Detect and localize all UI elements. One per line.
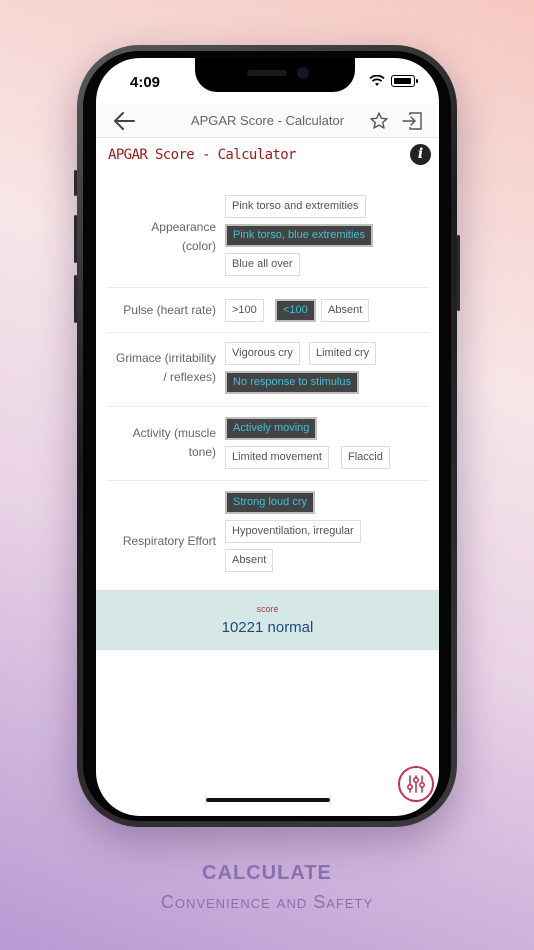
criterion-label: Grimace (irritability / reflexes): [106, 349, 216, 387]
option-pink-torso-blue-extremities[interactable]: Pink torso, blue extremities: [225, 224, 374, 247]
option-pulse-under-100[interactable]: <100: [275, 299, 316, 322]
criterion-label-line: Respiratory Effort: [122, 534, 216, 548]
criterion-appearance: Appearance (color) Pink torso and extrem…: [106, 192, 429, 288]
criterion-label: Activity (muscle tone): [106, 424, 216, 462]
navbar: APGAR Score - Calculator: [96, 104, 439, 138]
phone-volume-down: [74, 275, 77, 323]
criterion-label-line: tone): [188, 445, 216, 459]
sliders-icon: [407, 775, 425, 793]
option-flaccid[interactable]: Flaccid: [341, 446, 390, 469]
option-limited-cry[interactable]: Limited cry: [309, 342, 377, 365]
criterion-respiratory-effort: Respiratory Effort Strong loud cry Hypov…: [106, 481, 429, 589]
option-pulse-over-100[interactable]: >100: [225, 299, 264, 322]
score-label: score: [256, 604, 279, 614]
criterion-label-line: Appearance: [151, 220, 216, 234]
status-time: 4:09: [130, 74, 161, 91]
home-indicator: [206, 798, 330, 802]
status-icons: [369, 75, 418, 87]
option-pink-torso-and-extremities[interactable]: Pink torso and extremities: [225, 195, 366, 218]
option-respiratory-absent[interactable]: Absent: [225, 549, 274, 572]
info-icon[interactable]: i: [410, 144, 431, 165]
wifi-icon: [369, 75, 385, 86]
option-strong-loud-cry[interactable]: Strong loud cry: [225, 491, 315, 514]
phone-volume-up: [74, 215, 77, 263]
criterion-label: Respiratory Effort: [106, 532, 216, 551]
option-no-response-to-stimulus[interactable]: No response to stimulus: [225, 371, 359, 394]
criterion-label: Pulse (heart rate): [106, 301, 216, 320]
phone-power-button: [457, 235, 460, 311]
criterion-label-line: Activity (muscle: [132, 426, 216, 440]
front-camera: [297, 67, 309, 79]
exit-icon[interactable]: [401, 111, 423, 131]
criterion-label-line: Pulse (heart rate): [123, 303, 216, 317]
page-title: APGAR Score - Calculator: [108, 147, 296, 163]
criterion-label-line: Grimace (irritability: [115, 351, 216, 365]
settings-fab-button[interactable]: [398, 766, 434, 802]
option-vigorous-cry[interactable]: Vigorous cry: [225, 342, 300, 365]
battery-icon: [391, 75, 418, 87]
option-actively-moving[interactable]: Actively moving: [225, 417, 318, 440]
option-limited-movement[interactable]: Limited movement: [225, 446, 329, 469]
option-pulse-absent[interactable]: Absent: [321, 299, 370, 322]
caption-headline: CALCULATE: [202, 862, 332, 884]
criterion-grimace: Grimace (irritability / reflexes) Vigoro…: [106, 333, 429, 407]
criterion-label-line: / reflexes): [163, 370, 216, 384]
criterion-pulse: Pulse (heart rate) >100 <100 Absent: [106, 288, 429, 333]
phone-side-button: [74, 170, 77, 196]
star-outline-icon[interactable]: [369, 111, 389, 131]
notch: [195, 58, 355, 92]
criterion-label-line: (color): [181, 239, 216, 253]
option-blue-all-over[interactable]: Blue all over: [225, 253, 300, 276]
score-panel: score 10221 normal: [96, 590, 439, 650]
score-value: 10221 normal: [221, 619, 314, 636]
caption-tagline: Convenience and Safety: [160, 892, 374, 912]
criterion-activity: Activity (muscle tone) Actively moving L…: [106, 407, 429, 481]
phone-screen: 4:09 APGAR Score - Calculator APGAR Scor…: [96, 58, 439, 816]
option-hypoventilation-irregular[interactable]: Hypoventilation, irregular: [225, 520, 361, 543]
speaker-grille: [247, 70, 287, 76]
criterion-label: Appearance (color): [106, 218, 216, 256]
